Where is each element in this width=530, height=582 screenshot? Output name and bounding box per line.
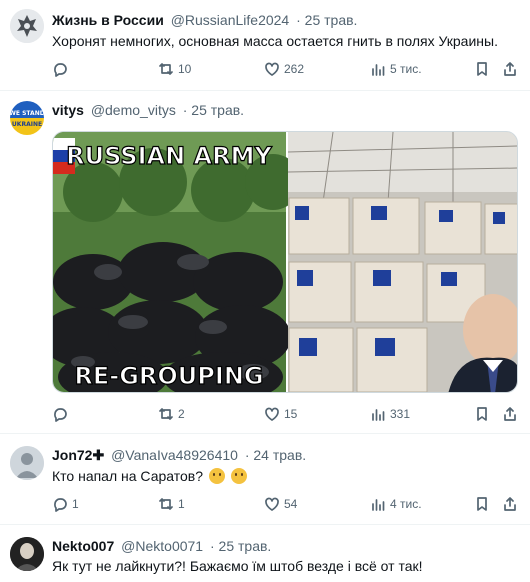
heart-icon bbox=[265, 497, 279, 511]
avatar[interactable] bbox=[10, 9, 44, 43]
share-icon bbox=[504, 62, 516, 76]
like-button[interactable]: 262 bbox=[264, 59, 304, 79]
share-icon bbox=[504, 497, 516, 511]
photo-avatar bbox=[10, 537, 44, 571]
like-count: 15 bbox=[284, 407, 298, 421]
thinking-face-emoji bbox=[208, 468, 225, 484]
views-button[interactable]: 4 тис. bbox=[370, 494, 422, 514]
tweet-header: Jon72✚ @VanaIva48926410 · 24 трав. bbox=[52, 446, 306, 464]
views-count: 4 тис. bbox=[390, 497, 422, 511]
user-handle[interactable]: @RussianLife2024 bbox=[171, 12, 290, 28]
heart-icon bbox=[265, 62, 279, 76]
tweet-text: Як тут не лайкнути?! Бажаємо їм штоб вез… bbox=[52, 558, 423, 574]
bookmark-icon bbox=[477, 407, 487, 421]
retweet-icon bbox=[159, 63, 173, 75]
views-icon bbox=[372, 499, 385, 511]
bookmark-button[interactable] bbox=[474, 494, 490, 514]
reply-button[interactable]: 1 bbox=[52, 494, 79, 514]
share-button[interactable] bbox=[502, 404, 518, 424]
avatar[interactable] bbox=[10, 537, 44, 571]
share-button[interactable] bbox=[502, 494, 518, 514]
reply-icon bbox=[54, 498, 67, 512]
tweet-date[interactable]: · 25 трав. bbox=[183, 102, 244, 118]
views-icon bbox=[372, 409, 385, 421]
like-button[interactable]: 54 bbox=[264, 494, 297, 514]
tweet-text: Хоронят немногих, основная масса остаетс… bbox=[52, 33, 498, 49]
like-button[interactable]: 15 bbox=[264, 404, 297, 424]
tweet-header: vitys @demo_vitys · 25 трав. bbox=[52, 101, 244, 119]
views-button[interactable]: 5 тис. bbox=[370, 59, 422, 79]
share-icon bbox=[504, 407, 516, 421]
user-handle[interactable]: @VanaIva48926410 bbox=[111, 447, 238, 463]
display-name[interactable]: Nekto007 bbox=[52, 538, 114, 554]
tweet[interactable]: Жизнь в России @RussianLife2024 · 25 тра… bbox=[0, 0, 530, 91]
avatar[interactable]: WE STAND UKRAINE bbox=[10, 101, 44, 135]
retweet-button[interactable]: 1 bbox=[158, 494, 185, 514]
bookmark-button[interactable] bbox=[474, 404, 490, 424]
share-button[interactable] bbox=[502, 59, 518, 79]
tweet-header: Жизнь в России @RussianLife2024 · 25 тра… bbox=[52, 11, 357, 29]
display-name[interactable]: vitys bbox=[52, 102, 84, 118]
user-handle[interactable]: @demo_vitys bbox=[91, 102, 176, 118]
retweet-icon bbox=[159, 498, 173, 510]
retweet-button[interactable]: 10 bbox=[158, 59, 191, 79]
display-name[interactable]: Jon72✚ bbox=[52, 447, 104, 463]
tweet-date[interactable]: · 25 трав. bbox=[210, 538, 271, 554]
reply-icon bbox=[54, 63, 67, 77]
tweet-date[interactable]: · 25 трав. bbox=[296, 12, 357, 28]
action-bar: 2 15 331 bbox=[52, 404, 516, 424]
avatar[interactable] bbox=[10, 446, 44, 480]
retweet-count: 2 bbox=[178, 407, 185, 421]
action-bar: 10 262 5 тис. bbox=[52, 59, 516, 79]
reply-button[interactable] bbox=[52, 404, 72, 424]
tweet[interactable]: Jon72✚ @VanaIva48926410 · 24 трав. Кто н… bbox=[0, 434, 530, 525]
display-name[interactable]: Жизнь в России bbox=[52, 12, 164, 28]
bookmark-button[interactable] bbox=[474, 59, 490, 79]
tweet-image[interactable]: RUSSIAN ARMY RE-GROUPING bbox=[52, 131, 518, 393]
svg-text:WE STAND: WE STAND bbox=[10, 110, 44, 117]
tweet[interactable]: Nekto007 @Nekto0071 · 25 трав. Як тут не… bbox=[0, 525, 530, 582]
coat-of-arms-icon bbox=[10, 9, 44, 43]
like-count: 262 bbox=[284, 62, 305, 76]
views-icon bbox=[372, 64, 385, 76]
retweet-count: 1 bbox=[178, 497, 185, 511]
svg-text:UKRAINE: UKRAINE bbox=[12, 121, 42, 128]
default-avatar-icon bbox=[10, 446, 44, 480]
views-count: 5 тис. bbox=[390, 62, 422, 76]
tweet[interactable]: WE STAND UKRAINE vitys @demo_vitys · 25 … bbox=[0, 91, 530, 434]
tweet-date[interactable]: · 24 трав. bbox=[245, 447, 306, 463]
reply-icon bbox=[54, 408, 67, 422]
ukraine-flag-avatar: WE STAND UKRAINE bbox=[10, 101, 44, 135]
tweet-header: Nekto007 @Nekto0071 · 25 трав. bbox=[52, 537, 271, 555]
tweet-text: Кто напал на Саратов? bbox=[52, 468, 204, 484]
like-count: 54 bbox=[284, 497, 298, 511]
views-count: 331 bbox=[390, 407, 411, 421]
confused-face-emoji bbox=[230, 468, 247, 484]
retweet-icon bbox=[159, 408, 173, 420]
bookmark-icon bbox=[477, 62, 487, 76]
retweet-button[interactable]: 2 bbox=[158, 404, 185, 424]
action-bar: 1 1 54 4 тис. bbox=[52, 494, 516, 514]
meme-caption-top: RUSSIAN ARMY bbox=[66, 142, 272, 170]
reply-count: 1 bbox=[72, 497, 79, 511]
views-button[interactable]: 331 bbox=[370, 404, 410, 424]
retweet-count: 10 bbox=[178, 62, 192, 76]
bookmark-icon bbox=[477, 497, 487, 511]
reply-button[interactable] bbox=[52, 59, 72, 79]
user-handle[interactable]: @Nekto0071 bbox=[121, 538, 203, 554]
meme-caption-bottom: RE-GROUPING bbox=[74, 362, 263, 390]
tweet-text-row: Кто напал на Саратов? bbox=[52, 467, 247, 485]
meme-image: RUSSIAN ARMY RE-GROUPING bbox=[53, 132, 517, 392]
heart-icon bbox=[265, 407, 279, 421]
